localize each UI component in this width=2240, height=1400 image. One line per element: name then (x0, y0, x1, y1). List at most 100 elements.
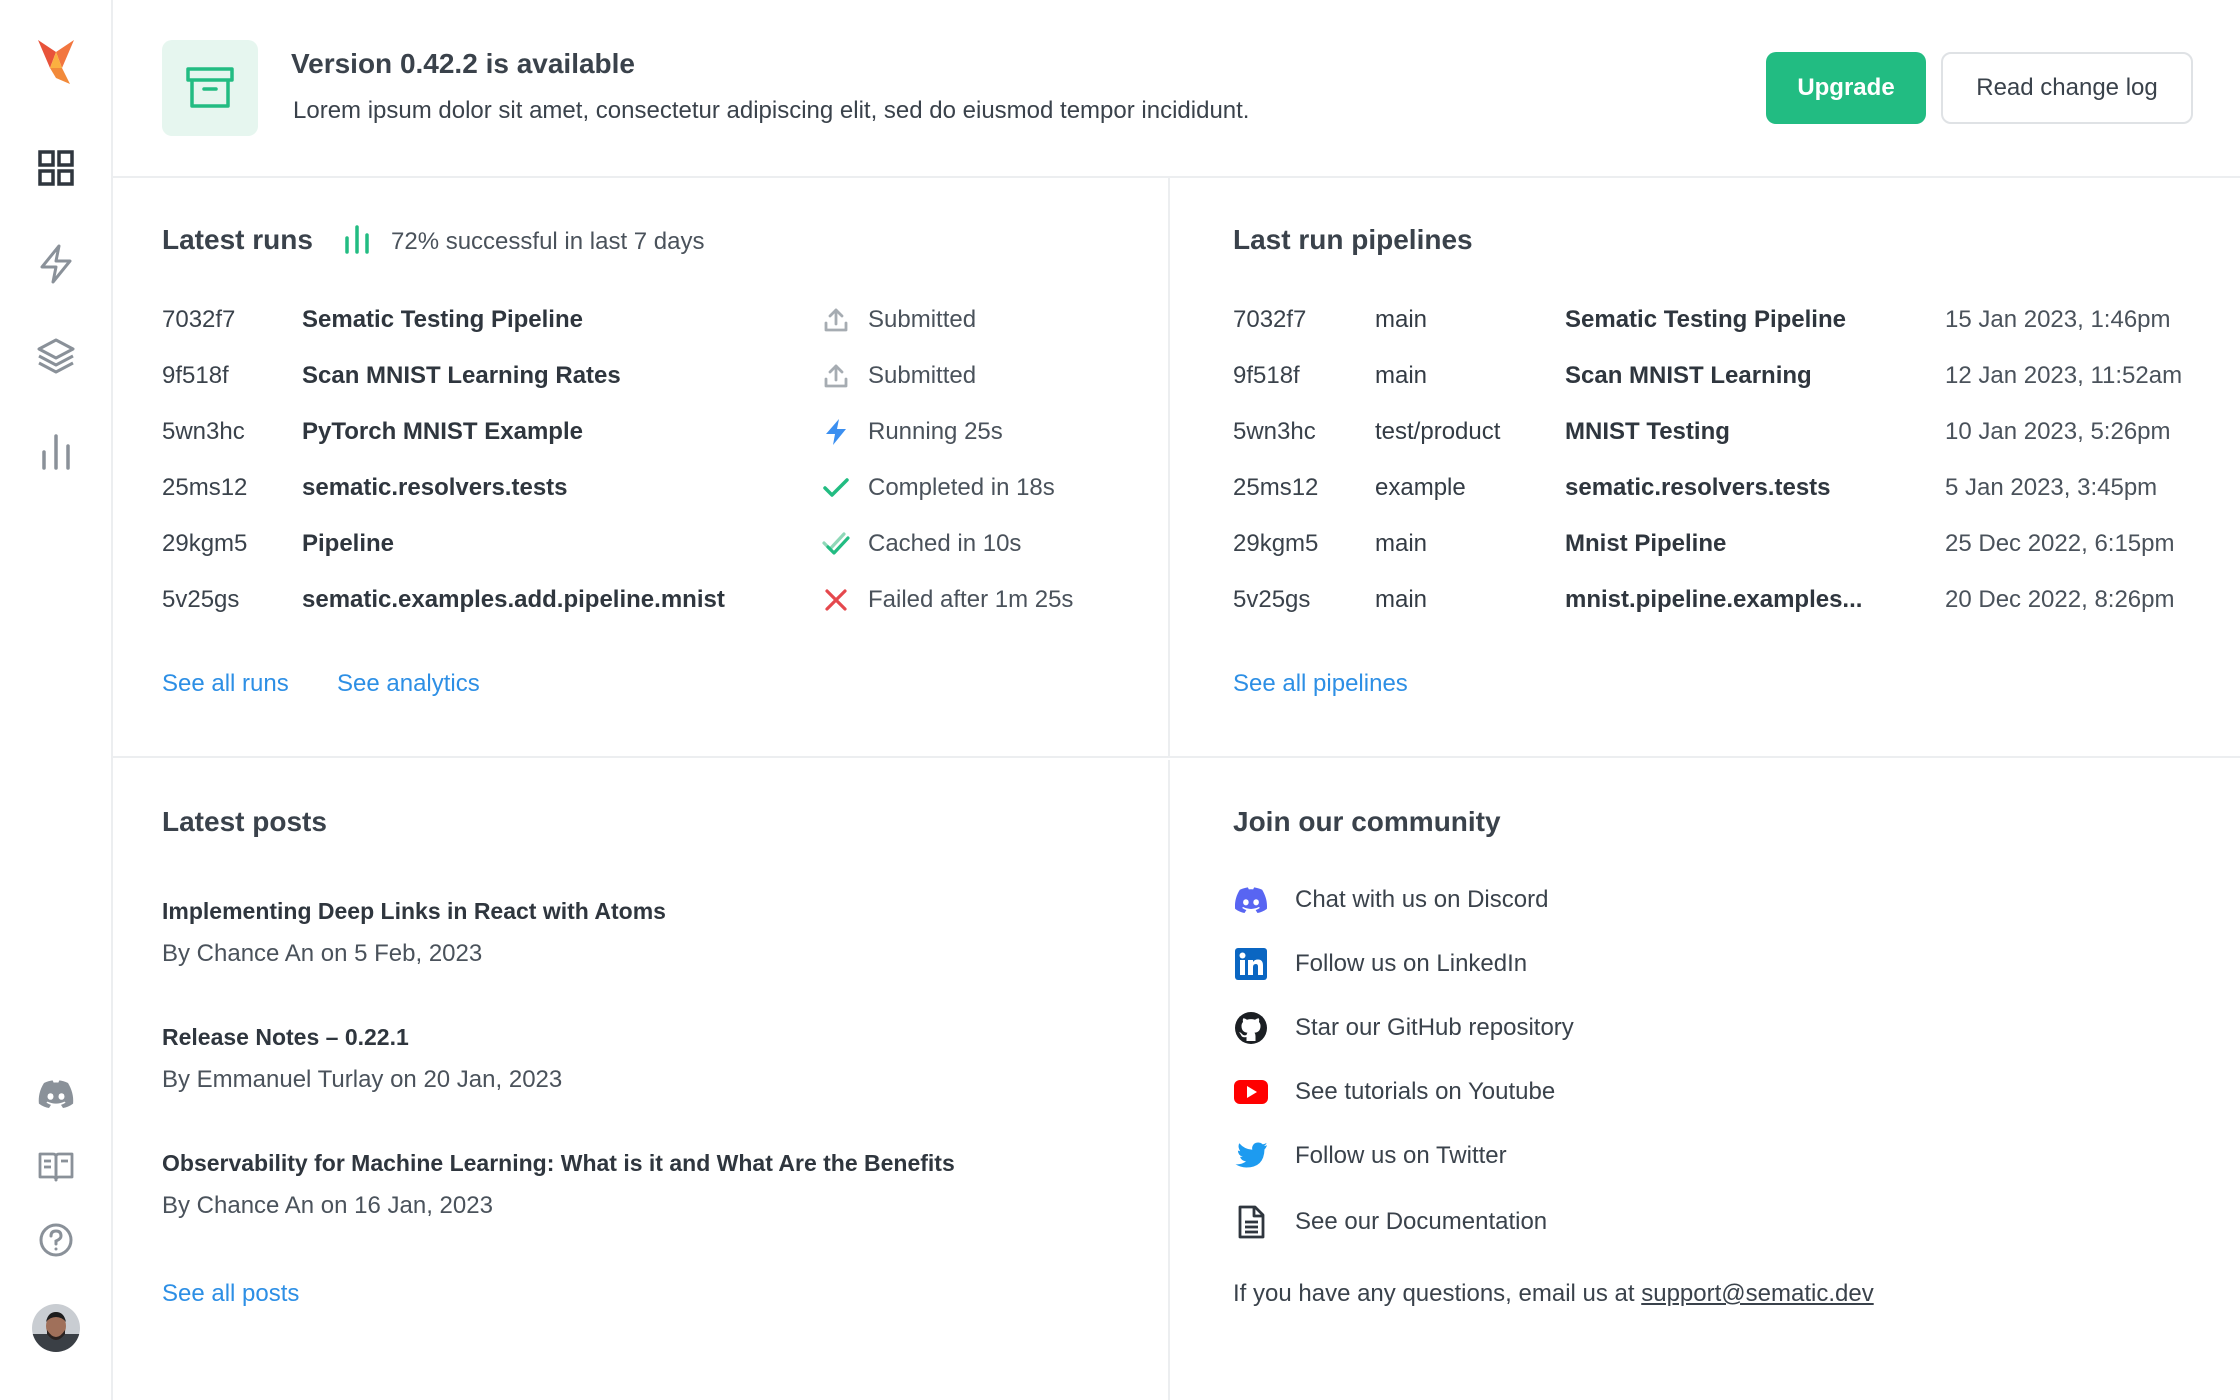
run-id: 25ms12 (162, 474, 248, 501)
run-id: 5v25gs (162, 586, 240, 613)
see-all-posts-link[interactable]: See all posts (162, 1280, 299, 1308)
pipeline-branch: test/product (1375, 418, 1501, 445)
run-name[interactable]: PyTorch MNIST Example (302, 412, 583, 452)
avatar[interactable] (32, 1304, 80, 1352)
community-link-twitter[interactable]: Follow us on Twitter (1233, 1136, 1507, 1176)
see-all-runs-link[interactable]: See all runs (162, 670, 289, 698)
pipeline-branch: main (1375, 306, 1428, 333)
discord-icon[interactable] (34, 1072, 78, 1116)
community-link-label: Chat with us on Discord (1295, 886, 1549, 913)
layers-icon[interactable] (34, 334, 78, 378)
pipeline-name[interactable]: Mnist Pipeline (1565, 524, 1726, 564)
logo-icon[interactable] (34, 40, 78, 84)
pipeline-name[interactable]: Scan MNIST Learning (1565, 356, 1812, 396)
pipeline-date: 15 Jan 2023, 1:46pm (1945, 306, 2171, 333)
book-icon[interactable] (34, 1144, 78, 1188)
pipeline-row[interactable]: 29kgm5 main Mnist Pipeline 25 Dec 2022, … (1170, 524, 2240, 564)
pipeline-row[interactable]: 7032f7 main Sematic Testing Pipeline 15 … (1170, 300, 2240, 340)
run-name[interactable]: Pipeline (302, 524, 394, 564)
see-analytics-link[interactable]: See analytics (337, 670, 480, 698)
community-link-discord[interactable]: Chat with us on Discord (1233, 880, 1548, 920)
lightning-icon[interactable] (34, 242, 78, 286)
community-link-label: Follow us on Twitter (1295, 1142, 1507, 1169)
bar-chart-icon[interactable] (34, 430, 78, 474)
run-row[interactable]: 5v25gs sematic.examples.add.pipeline.mni… (113, 580, 1168, 620)
read-changelog-button[interactable]: Read change log (1941, 52, 2193, 124)
pipeline-name[interactable]: MNIST Testing (1565, 412, 1730, 452)
help-circle-icon[interactable] (34, 1218, 78, 1262)
pipeline-run-id: 29kgm5 (1233, 530, 1319, 557)
pipeline-run-id: 7032f7 (1233, 306, 1307, 333)
community-link-github[interactable]: Star our GitHub repository (1233, 1008, 1574, 1048)
community-link-docs[interactable]: See our Documentation (1233, 1202, 1547, 1242)
document-icon (1233, 1204, 1269, 1240)
run-status: Cached in 10s (868, 530, 1022, 557)
run-id: 7032f7 (162, 306, 236, 333)
last-pipelines-title: Last run pipelines (1233, 224, 1473, 255)
community-link-youtube[interactable]: See tutorials on Youtube (1233, 1072, 1555, 1112)
linkedin-icon (1233, 946, 1269, 982)
success-rate: 72% successful in last 7 days (343, 224, 705, 259)
community-title: Join our community (1233, 806, 1501, 837)
run-status: Submitted (868, 362, 977, 389)
community-link-label: See our Documentation (1295, 1208, 1548, 1235)
pipeline-name[interactable]: sematic.resolvers.tests (1565, 468, 1831, 508)
pipeline-row[interactable]: 9f518f main Scan MNIST Learning 12 Jan 2… (1170, 356, 2240, 396)
run-name[interactable]: Scan MNIST Learning Rates (302, 356, 621, 396)
pipeline-run-id: 5wn3hc (1233, 418, 1316, 445)
community-link-linkedin[interactable]: Follow us on LinkedIn (1233, 944, 1527, 984)
pipeline-run-id: 25ms12 (1233, 474, 1319, 501)
run-id: 9f518f (162, 362, 229, 389)
sidebar (0, 0, 113, 1400)
latest-posts-panel: Latest posts Implementing Deep Links in … (113, 760, 1168, 1400)
archive-box-icon (162, 40, 258, 136)
post-meta: By Emmanuel Turlay on 20 Jan, 2023 (162, 1066, 563, 1093)
version-description: Lorem ipsum dolor sit amet, consectetur … (293, 97, 1250, 124)
pipeline-name[interactable]: Sematic Testing Pipeline (1565, 300, 1846, 340)
run-status: Running 25s (868, 418, 1003, 445)
post-title[interactable]: Implementing Deep Links in React with At… (162, 898, 666, 925)
community-link-label: Follow us on LinkedIn (1295, 950, 1528, 977)
github-icon (1233, 1010, 1269, 1046)
pipeline-row[interactable]: 25ms12 example sematic.resolvers.tests 5… (1170, 468, 2240, 508)
run-row[interactable]: 7032f7 Sematic Testing Pipeline Submitte… (113, 300, 1168, 340)
twitter-icon (1233, 1138, 1269, 1174)
run-status: Failed after 1m 25s (868, 586, 1074, 613)
see-all-pipelines-link[interactable]: See all pipelines (1233, 670, 1408, 698)
support-email-link[interactable]: support@sematic.dev (1641, 1280, 1873, 1307)
run-row[interactable]: 5wn3hc PyTorch MNIST Example Running 25s (113, 412, 1168, 452)
bar-chart-icon (343, 224, 371, 259)
lightning-icon (822, 418, 850, 446)
pipeline-date: 5 Jan 2023, 3:45pm (1945, 474, 2158, 501)
upload-icon (822, 362, 850, 390)
latest-posts-title: Latest posts (162, 806, 327, 837)
pipeline-row[interactable]: 5wn3hc test/product MNIST Testing 10 Jan… (1170, 412, 2240, 452)
pipeline-row[interactable]: 5v25gs main mnist.pipeline.examples... 2… (1170, 580, 2240, 620)
run-name[interactable]: Sematic Testing Pipeline (302, 300, 583, 340)
community-panel: Join our community Chat with us on Disco… (1168, 760, 2240, 1400)
run-id: 29kgm5 (162, 530, 248, 557)
pipeline-branch: main (1375, 362, 1428, 389)
run-row[interactable]: 9f518f Scan MNIST Learning Rates Submitt… (113, 356, 1168, 396)
run-name[interactable]: sematic.examples.add.pipeline.mnist (302, 580, 725, 620)
run-name[interactable]: sematic.resolvers.tests (302, 468, 568, 508)
post-title[interactable]: Release Notes – 0.22.1 (162, 1024, 409, 1051)
post-title[interactable]: Observability for Machine Learning: What… (162, 1150, 955, 1177)
check-icon (822, 474, 850, 502)
pipeline-date: 10 Jan 2023, 5:26pm (1945, 418, 2171, 445)
upgrade-button[interactable]: Upgrade (1766, 52, 1926, 124)
dashboard-grid-icon[interactable] (34, 146, 78, 190)
pipeline-branch: example (1375, 474, 1466, 501)
latest-runs-panel: Latest runs 72% successful in last 7 day… (113, 178, 1168, 758)
pipeline-date: 12 Jan 2023, 11:52am (1945, 362, 2183, 389)
latest-runs-title: Latest runs (162, 224, 313, 255)
pipeline-date: 25 Dec 2022, 6:15pm (1945, 530, 2175, 557)
discord-icon (1233, 882, 1269, 918)
upgrade-banner: Version 0.42.2 is available Lorem ipsum … (113, 0, 2240, 178)
pipeline-run-id: 9f518f (1233, 362, 1300, 389)
x-icon (822, 586, 850, 614)
community-link-label: Star our GitHub repository (1295, 1014, 1574, 1041)
run-row[interactable]: 25ms12 sematic.resolvers.tests Completed… (113, 468, 1168, 508)
pipeline-name[interactable]: mnist.pipeline.examples... (1565, 580, 1862, 620)
run-row[interactable]: 29kgm5 Pipeline Cached in 10s (113, 524, 1168, 564)
